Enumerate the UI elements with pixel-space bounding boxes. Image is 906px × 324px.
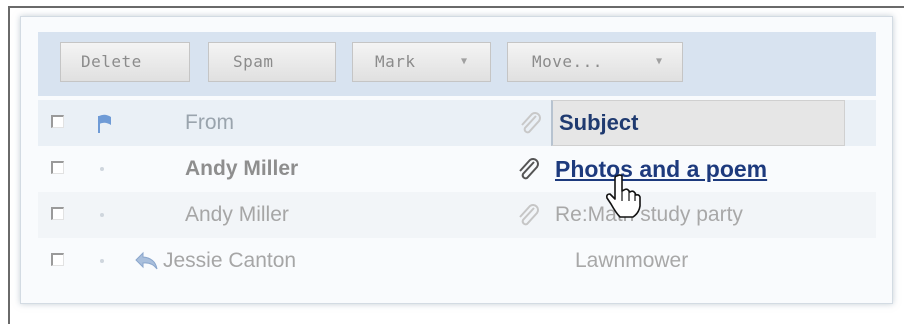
spam-button[interactable]: Spam [208, 42, 336, 82]
delete-button-label: Delete [81, 52, 142, 71]
delete-button[interactable]: Delete [60, 42, 190, 82]
column-header-row: From Subject [38, 100, 876, 146]
status-dot [100, 259, 104, 263]
reply-arrow-icon [135, 251, 158, 270]
from-column-header[interactable]: From [185, 100, 234, 146]
paperclip-icon [519, 158, 539, 180]
table-row[interactable]: Andy Miller Re:Math study party [38, 192, 876, 238]
message-sender[interactable]: Andy Miller [185, 146, 298, 192]
select-all-checkbox[interactable] [51, 115, 64, 128]
flag-icon[interactable] [96, 114, 114, 134]
move-dropdown-label: Move... [532, 52, 603, 71]
message-subject-link[interactable]: Photos and a poem [555, 146, 767, 192]
row-checkbox[interactable] [51, 207, 64, 220]
status-dot [100, 167, 104, 171]
paperclip-icon [521, 112, 541, 134]
row-checkbox[interactable] [51, 161, 64, 174]
status-dot [100, 213, 104, 217]
spam-button-label: Spam [233, 52, 274, 71]
table-row[interactable]: Jessie Canton Lawnmower [38, 238, 876, 284]
message-subject[interactable]: Lawnmower [575, 238, 688, 284]
chevron-down-icon: ▼ [461, 56, 468, 67]
mark-dropdown-label: Mark [375, 52, 416, 71]
table-row[interactable]: Andy Miller Photos and a poem [38, 146, 876, 192]
row-checkbox[interactable] [51, 253, 64, 266]
message-subject[interactable]: Re:Math study party [555, 192, 743, 238]
move-dropdown[interactable]: Move... ▼ [507, 42, 683, 82]
hand-pointer-cursor-icon [606, 174, 641, 218]
subject-column-header[interactable]: Subject [559, 100, 638, 146]
mark-dropdown[interactable]: Mark ▼ [352, 42, 491, 82]
chevron-down-icon: ▼ [656, 56, 663, 67]
paperclip-icon [519, 204, 539, 226]
message-sender[interactable]: Jessie Canton [163, 238, 296, 284]
message-sender[interactable]: Andy Miller [185, 192, 289, 238]
